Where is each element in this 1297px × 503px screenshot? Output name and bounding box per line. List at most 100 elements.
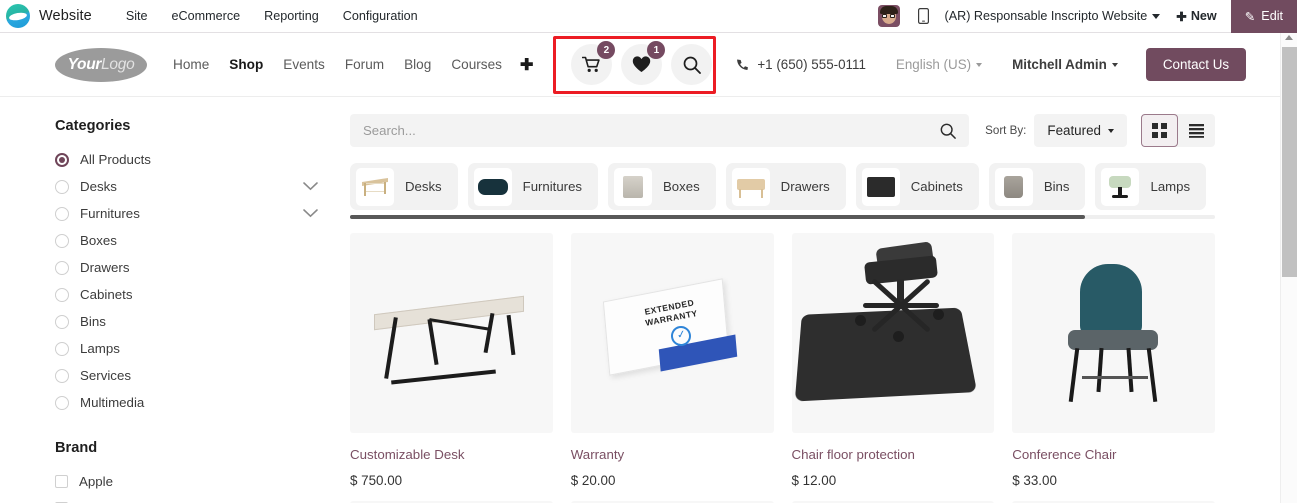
search-input[interactable] <box>363 123 941 138</box>
phone-number: +1 (650) 555-0111 <box>757 57 866 72</box>
cabinet-thumb-icon <box>861 167 900 206</box>
view-toggle-group <box>1141 114 1215 147</box>
category-pill-boxes[interactable]: Boxes <box>608 163 716 210</box>
product-name[interactable]: Conference Chair <box>1012 447 1215 462</box>
nav-blog[interactable]: Blog <box>394 51 441 78</box>
site-navigation: Home Shop Events Forum Blog Courses ✚ <box>163 51 541 79</box>
product-card[interactable]: Conference Chair $ 33.00 <box>1012 233 1215 488</box>
product-card[interactable]: EXTENDED WARRANTY Warranty $ 20.00 <box>570 233 774 488</box>
category-item-lamps[interactable]: Lamps <box>55 335 340 362</box>
pill-label: Desks <box>405 179 442 194</box>
product-price: $ 750.00 <box>350 473 403 488</box>
brand-item-az[interactable]: az <box>55 495 340 503</box>
category-item-services[interactable]: Services <box>55 362 340 389</box>
edit-button-label: Edit <box>1261 9 1283 23</box>
list-view-icon <box>1189 124 1204 138</box>
category-pill-cabinets[interactable]: Cabinets <box>855 163 979 210</box>
drawer-thumb-icon <box>731 167 770 206</box>
category-label: Services <box>80 368 131 383</box>
website-selector[interactable]: (AR) Responsable Inscripto Website <box>945 9 1161 23</box>
product-name[interactable]: Warranty <box>571 447 774 462</box>
menu-configuration[interactable]: Configuration <box>331 3 430 29</box>
category-pill-drawers[interactable]: Drawers <box>725 163 846 210</box>
brand-item-apple[interactable]: Apple <box>55 468 340 495</box>
grid-view-button[interactable] <box>1141 114 1178 147</box>
product-name[interactable]: Chair floor protection <box>792 447 995 462</box>
user-avatar[interactable] <box>877 5 900 27</box>
category-label: Multimedia <box>80 395 145 410</box>
pill-label: Furnitures <box>522 179 583 194</box>
add-page-icon[interactable]: ✚ <box>512 51 541 79</box>
nav-courses[interactable]: Courses <box>441 51 512 78</box>
radio-icon <box>55 314 69 329</box>
nav-shop[interactable]: Shop <box>219 51 273 78</box>
pills-horizontal-scrollbar[interactable] <box>350 215 1215 219</box>
site-logo-word2: Logo <box>101 55 135 73</box>
user-menu[interactable]: Mitchell Admin <box>1012 57 1118 72</box>
scrollbar-thumb[interactable] <box>1282 47 1297 277</box>
contact-us-button[interactable]: Contact Us <box>1145 48 1247 81</box>
category-item-drawers[interactable]: Drawers <box>55 254 340 281</box>
wishlist-button[interactable]: 1 <box>621 41 666 85</box>
category-pill-lamps[interactable]: Lamps <box>1095 163 1207 210</box>
radio-icon <box>55 206 69 221</box>
category-pill-desks[interactable]: Desks <box>350 163 458 210</box>
mobile-preview-icon[interactable] <box>917 8 929 24</box>
desk-image[interactable] <box>350 233 553 433</box>
product-card[interactable]: Customizable Desk $ 750.00 <box>350 233 553 488</box>
app-brand[interactable]: Website <box>0 4 92 28</box>
category-item-boxes[interactable]: Boxes <box>55 227 340 254</box>
pill-label: Boxes <box>663 179 700 194</box>
header-search-button[interactable] <box>671 44 713 85</box>
scroll-up-arrow-icon[interactable] <box>1285 35 1293 40</box>
sort-by-dropdown[interactable]: Featured <box>1034 114 1127 147</box>
conference-chair-image[interactable] <box>1012 233 1215 433</box>
search-icon[interactable] <box>940 123 957 139</box>
scrollbar-thumb[interactable] <box>350 215 1086 219</box>
menu-reporting[interactable]: Reporting <box>252 3 331 29</box>
category-item-furnitures[interactable]: Furnitures <box>55 200 340 227</box>
top-bar-right: (AR) Responsable Inscripto Website ✚ New… <box>877 0 1297 33</box>
sort-by-label: Sort By: <box>985 124 1027 137</box>
shop-main: Sort By: Featured <box>340 98 1280 503</box>
chevron-down-icon <box>1108 128 1114 133</box>
category-item-bins[interactable]: Bins <box>55 308 340 335</box>
product-search-box[interactable] <box>350 114 970 147</box>
list-view-button[interactable] <box>1178 114 1215 147</box>
site-logo[interactable]: Your Logo <box>55 47 147 82</box>
page-vertical-scrollbar[interactable] <box>1280 33 1297 503</box>
chevron-down-icon[interactable] <box>303 182 318 191</box>
warranty-box-image[interactable]: EXTENDED WARRANTY <box>570 233 774 433</box>
radio-icon <box>55 287 69 302</box>
brand-title: Brand <box>55 440 98 456</box>
nav-forum[interactable]: Forum <box>335 51 394 78</box>
floor-mat-image[interactable] <box>791 233 995 433</box>
website-header: Your Logo Home Shop Events Forum Blog Cou… <box>0 33 1280 97</box>
shop-sidebar: Categories All Products Desks Furnitures <box>0 98 340 503</box>
category-item-all-products[interactable]: All Products <box>55 146 340 173</box>
nav-home[interactable]: Home <box>163 51 219 78</box>
pill-label: Cabinets <box>910 179 963 194</box>
new-button[interactable]: ✚ New <box>1176 9 1216 24</box>
category-item-desks[interactable]: Desks <box>55 173 340 200</box>
backend-menu: Site eCommerce Reporting Configuration <box>114 3 430 29</box>
phone-block[interactable]: +1 (650) 555-0111 <box>736 57 866 72</box>
language-selector[interactable]: English (US) <box>896 57 983 72</box>
edit-button[interactable]: ✎ Edit <box>1230 0 1297 33</box>
chevron-down-icon[interactable] <box>303 209 318 218</box>
header-action-icons: 2 1 <box>571 41 713 85</box>
radio-icon <box>55 233 69 248</box>
cart-button[interactable]: 2 <box>571 41 616 85</box>
plus-icon: ✚ <box>1176 9 1187 24</box>
product-name[interactable]: Customizable Desk <box>350 447 553 462</box>
nav-events[interactable]: Events <box>273 51 335 78</box>
category-pill-bins[interactable]: Bins <box>988 163 1086 210</box>
menu-site[interactable]: Site <box>114 3 160 29</box>
category-item-multimedia[interactable]: Multimedia <box>55 389 340 416</box>
wishlist-badge: 1 <box>647 41 666 59</box>
shopping-cart-icon <box>582 56 601 72</box>
menu-ecommerce[interactable]: eCommerce <box>160 3 253 29</box>
category-pill-furnitures[interactable]: Furnitures <box>467 163 599 210</box>
category-item-cabinets[interactable]: Cabinets <box>55 281 340 308</box>
product-card[interactable]: Chair floor protection $ 12.00 <box>791 233 995 488</box>
